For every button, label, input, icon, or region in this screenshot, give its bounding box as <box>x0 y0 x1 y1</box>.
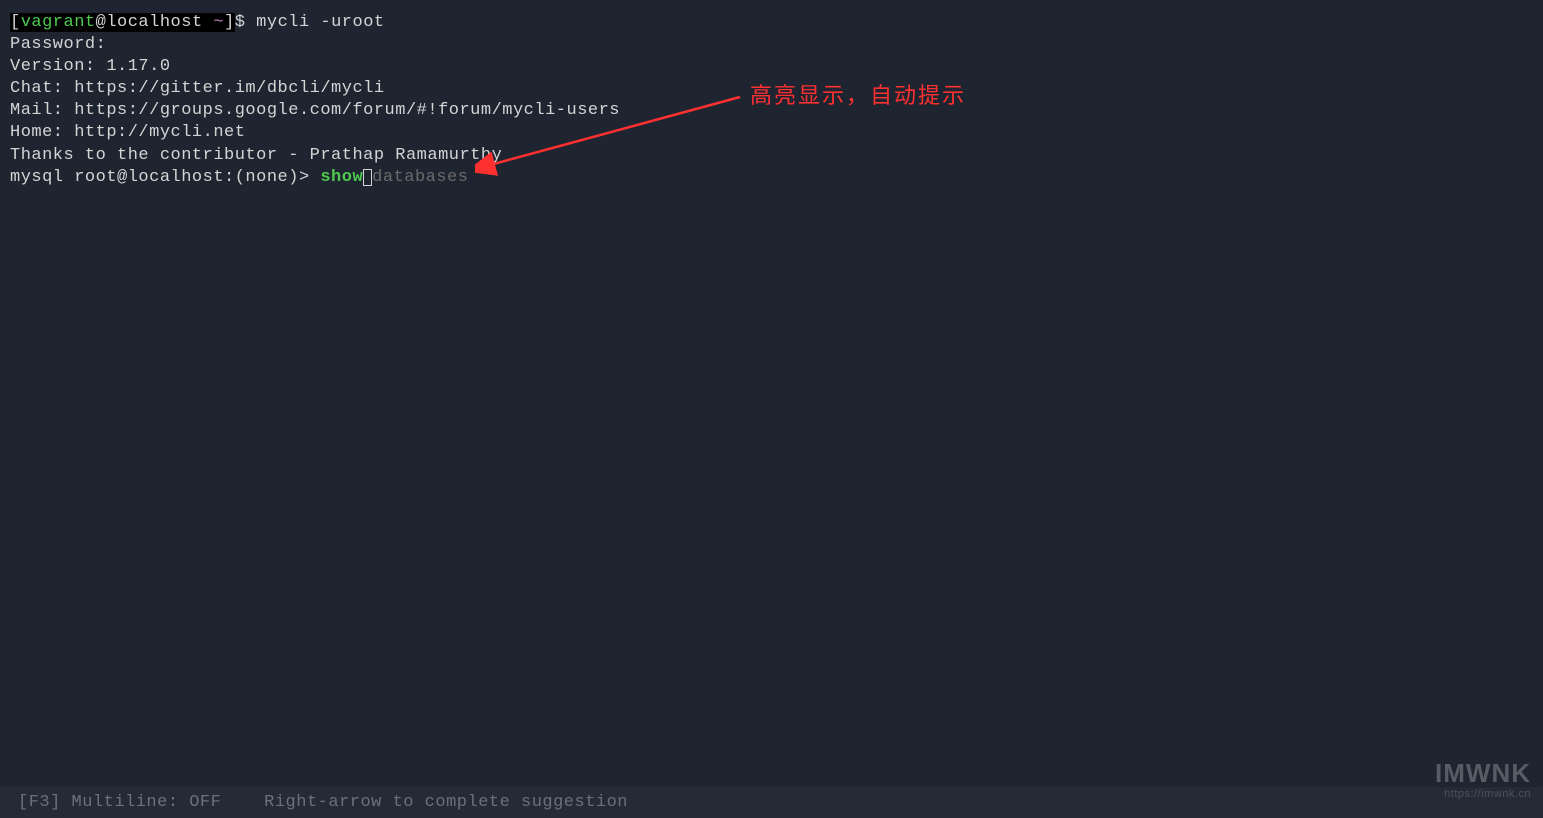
output-home: Home: http://mycli.net <box>10 122 1533 144</box>
bracket-open: [ <box>10 13 21 32</box>
status-hint: Right-arrow to complete suggestion <box>264 793 628 812</box>
shell-prompt-line: [vagrant@localhost ~]$ mycli -uroot <box>10 12 1533 34</box>
watermark-title: IMWNK <box>1435 759 1531 788</box>
watermark: IMWNK https://imwnk.cn <box>1435 759 1531 800</box>
prompt-tilde: ~ <box>213 13 224 32</box>
mysql-suggestion: databases <box>372 168 468 187</box>
output-thanks: Thanks to the contributor - Prathap Rama… <box>10 145 1533 167</box>
prompt-user: vagrant <box>21 13 96 32</box>
status-multiline: [F3] Multiline: OFF <box>18 793 221 812</box>
cursor <box>363 169 372 186</box>
mysql-prompt: mysql root@localhost:(none)> <box>10 168 320 187</box>
shell-command: mycli -uroot <box>256 13 384 32</box>
watermark-url: https://imwnk.cn <box>1435 788 1531 800</box>
prompt-host: localhost <box>106 13 213 32</box>
prompt-at: @ <box>96 13 107 32</box>
mysql-prompt-line[interactable]: mysql root@localhost:(none)> show databas… <box>10 167 1533 189</box>
status-bar: [F3] Multiline: OFF Right-arrow to compl… <box>0 787 1543 818</box>
bracket-close: ] <box>224 13 235 32</box>
output-version: Version: 1.17.0 <box>10 56 1533 78</box>
output-password: Password: <box>10 34 1533 56</box>
prompt-dollar: $ <box>235 13 256 32</box>
annotation-text: 高亮显示，自动提示 <box>750 78 966 110</box>
mysql-keyword: show <box>320 168 363 187</box>
